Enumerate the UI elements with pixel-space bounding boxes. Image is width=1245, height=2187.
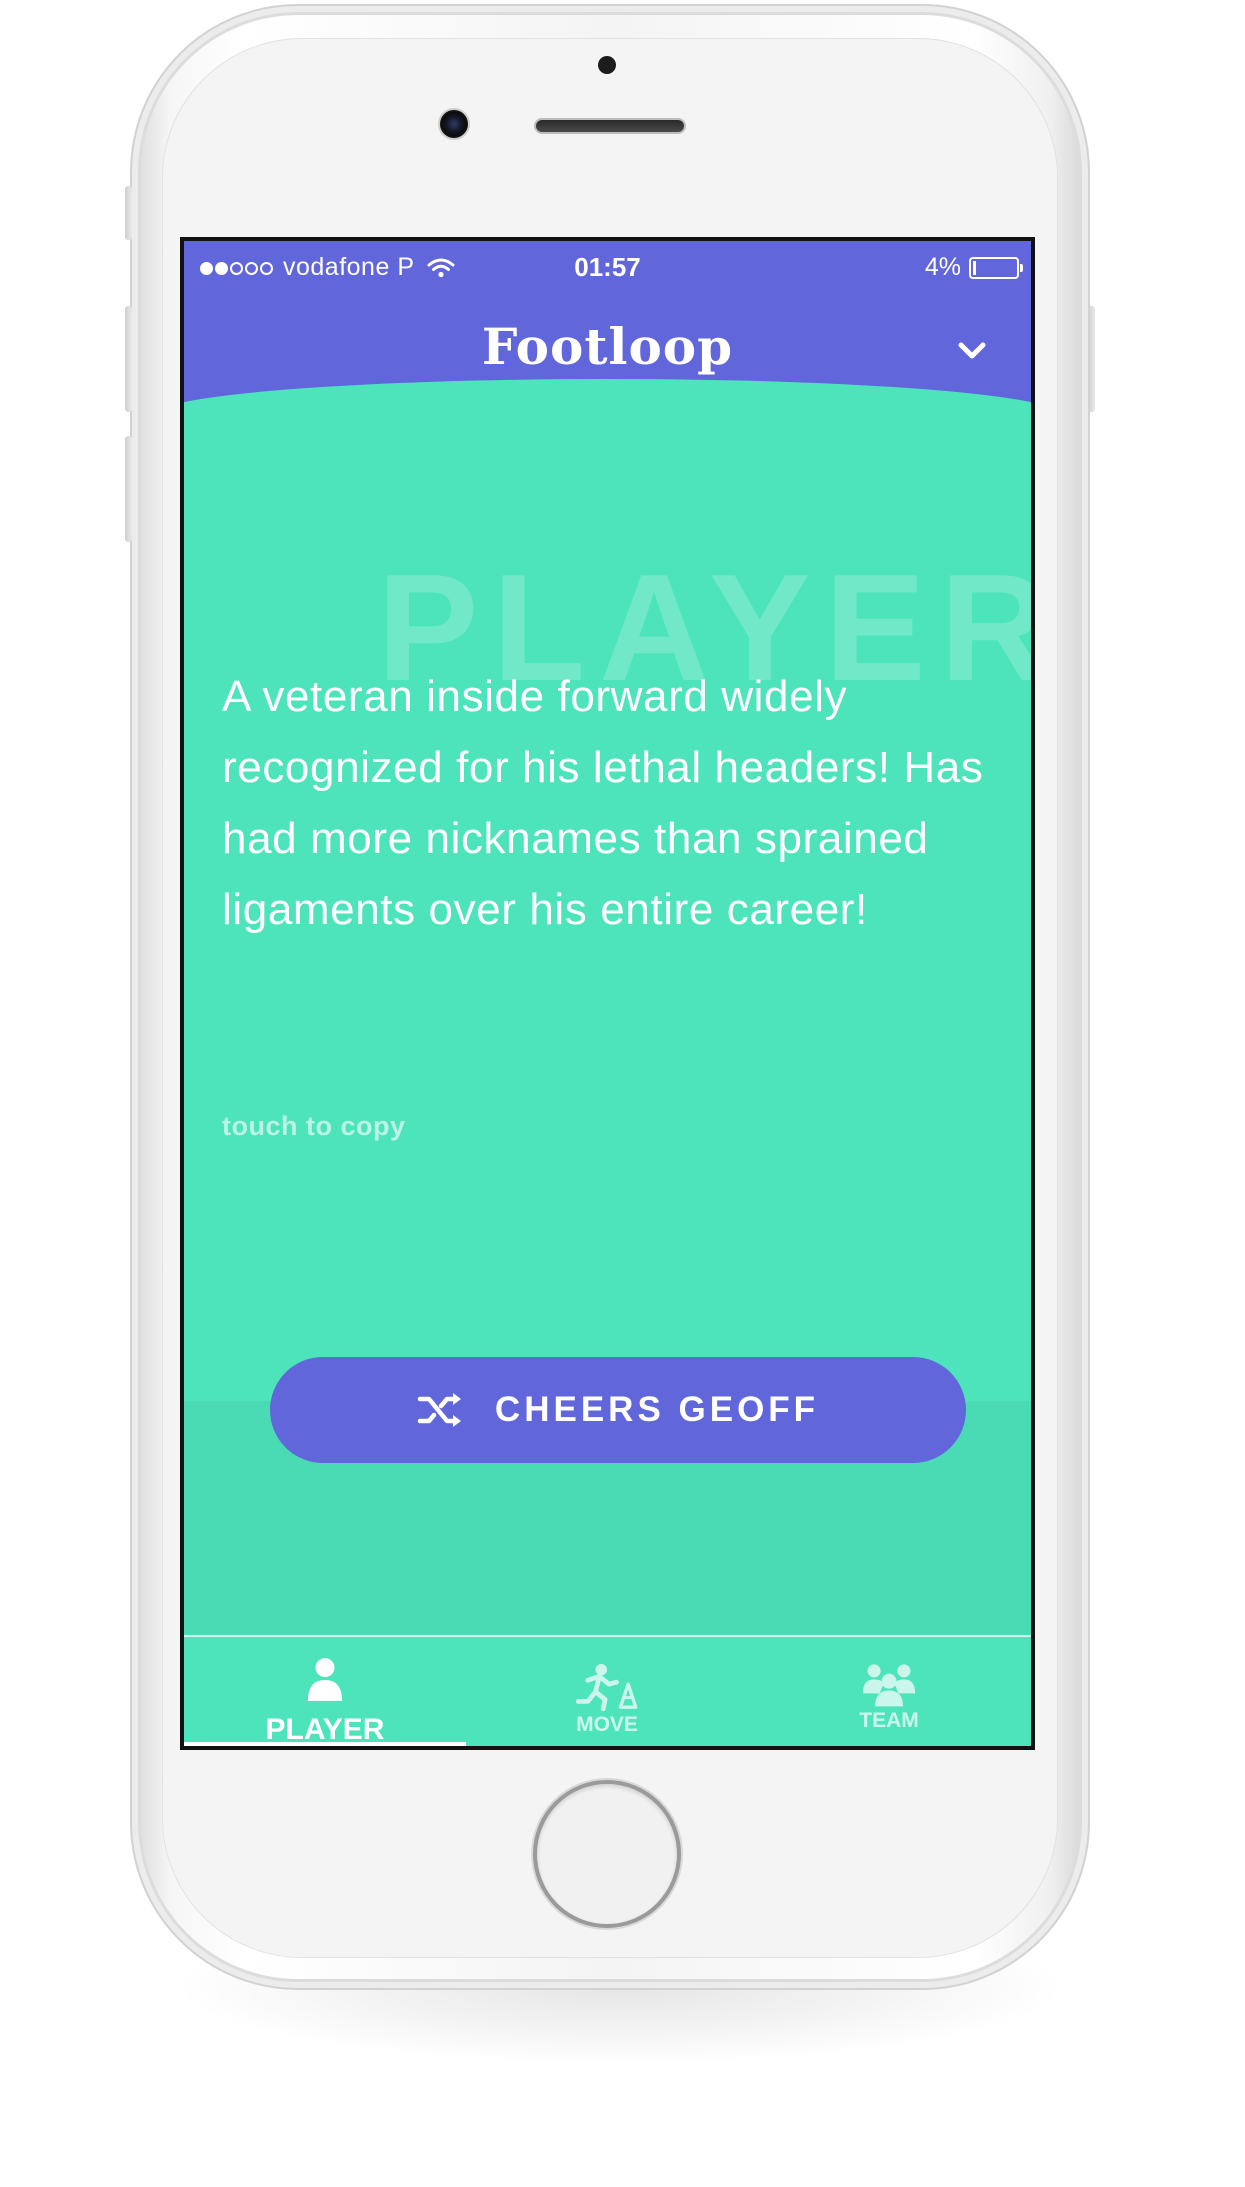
battery-icon	[969, 256, 1023, 279]
battery-percent: 4%	[924, 253, 961, 281]
volume-down-button	[125, 436, 132, 542]
proximity-sensor	[598, 56, 616, 74]
tab-team[interactable]: TEAM	[748, 1637, 1030, 1746]
shuffle-icon	[417, 1393, 461, 1427]
status-bar: vodafone P 01:57 4%	[184, 241, 1031, 291]
front-camera	[438, 108, 470, 140]
app-title: Footloop	[481, 317, 734, 376]
battery-status: 4%	[924, 253, 1023, 282]
tab-bar: PLAYER MOVE TEAM	[184, 1635, 1031, 1746]
volume-up-button	[125, 306, 132, 412]
copy-hint: touch to copy	[222, 1111, 406, 1141]
home-button[interactable]	[533, 1780, 681, 1928]
tab-move[interactable]: MOVE	[466, 1637, 748, 1746]
power-button	[1088, 306, 1095, 412]
player-description[interactable]: A veteran inside forward widely recogniz…	[222, 661, 1012, 945]
earpiece-speaker	[534, 118, 686, 134]
tab-player[interactable]: PLAYER	[184, 1637, 466, 1746]
group-icon	[862, 1664, 916, 1707]
chevron-down-icon[interactable]	[957, 341, 987, 361]
active-tab-indicator	[184, 1742, 466, 1746]
cheers-button-label: CHEERS GEOFF	[494, 1390, 820, 1429]
app-view: vodafone P 01:57 4% Footloop PLAYER A ve…	[184, 241, 1031, 1746]
person-icon	[307, 1658, 343, 1701]
cheers-button[interactable]: CHEERS GEOFF	[270, 1357, 966, 1463]
phone-screen: vodafone P 01:57 4% Footloop PLAYER A ve…	[180, 237, 1035, 1750]
status-time: 01:57	[574, 252, 641, 282]
running-player-icon	[575, 1663, 638, 1711]
tab-label-team: TEAM	[859, 1709, 919, 1732]
mute-switch	[125, 186, 132, 240]
tab-label-move: MOVE	[576, 1713, 638, 1736]
battery-level-fill	[973, 260, 976, 275]
header-curve	[184, 379, 1031, 529]
